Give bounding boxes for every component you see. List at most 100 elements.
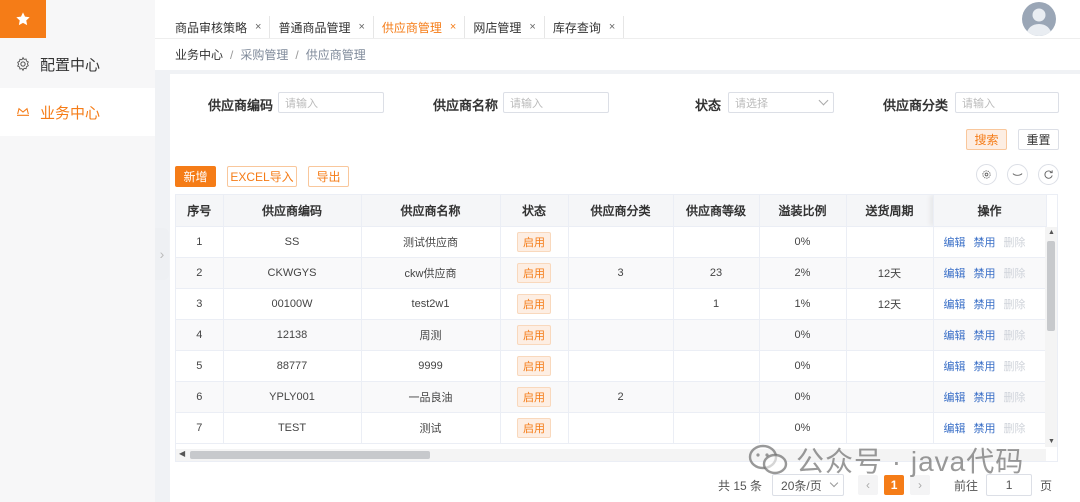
sidebar-item-config-center[interactable]: 配置中心: [0, 40, 155, 88]
cell-code: YPLY001: [223, 381, 362, 413]
chevron-down-icon: [829, 478, 839, 488]
breadcrumb-separator: /: [295, 47, 299, 62]
edit-link[interactable]: 编辑: [944, 237, 966, 249]
column-toggle-button[interactable]: [1007, 164, 1028, 185]
main-panel: 供应商编码 请输入 供应商名称 请输入 状态 请选择 供应商分类 请输入 搜索 …: [170, 74, 1080, 502]
logo[interactable]: [0, 0, 46, 38]
cell-category: [568, 226, 674, 258]
status-badge: 启用: [517, 417, 551, 438]
cell-grade: 1: [673, 288, 760, 320]
table-row[interactable]: 2 CKWGYS ckw供应商 启用 3 23 2% 12天 编辑 禁用 删除: [176, 257, 1047, 289]
table-row[interactable]: 6 YPLY001 一品良油 启用 2 0% 编辑 禁用 删除: [176, 381, 1047, 413]
tab-supplier[interactable]: 供应商管理 ×: [374, 16, 466, 38]
supplier-code-input[interactable]: 请输入: [278, 92, 384, 113]
cell-ratio: 0%: [759, 412, 847, 444]
cell-name: 测试: [361, 412, 501, 444]
column-header: 序号: [176, 195, 224, 227]
edit-link[interactable]: 编辑: [944, 423, 966, 435]
disable-link[interactable]: 禁用: [974, 299, 996, 311]
scroll-left-icon[interactable]: ◀: [179, 449, 185, 458]
supplier-table: 序号 供应商编码 供应商名称 状态 供应商分类 供应商等级 溢装比例 送货周期 …: [175, 194, 1058, 462]
status-badge: 启用: [517, 324, 551, 345]
vertical-scrollbar[interactable]: ▲ ▼: [1045, 227, 1057, 447]
delete-link: 删除: [1003, 267, 1026, 280]
refresh-button[interactable]: [1038, 164, 1059, 185]
close-icon[interactable]: ×: [358, 21, 364, 33]
close-icon[interactable]: ×: [450, 21, 456, 33]
delete-link: 删除: [1003, 360, 1026, 373]
close-icon[interactable]: ×: [255, 21, 261, 33]
scroll-down-icon[interactable]: ▼: [1048, 438, 1055, 445]
cell-code: SS: [223, 226, 362, 258]
edit-link[interactable]: 编辑: [944, 361, 966, 373]
tab-online-store[interactable]: 网店管理 ×: [465, 16, 545, 38]
cell-no: 3: [176, 288, 224, 320]
disable-link[interactable]: 禁用: [974, 237, 996, 249]
tab-normal-product[interactable]: 普通商品管理 ×: [270, 16, 374, 38]
status-badge: 启用: [517, 231, 551, 252]
sidebar-collapse-handle[interactable]: ›: [155, 228, 169, 280]
delete-link: 删除: [1003, 391, 1026, 404]
cell-ratio: 1%: [759, 288, 847, 320]
disable-link[interactable]: 禁用: [974, 361, 996, 373]
chevron-down-icon: [818, 95, 829, 106]
filter-status-label: 状态: [695, 98, 722, 113]
edit-link[interactable]: 编辑: [944, 268, 966, 280]
status-select[interactable]: 请选择: [728, 92, 834, 113]
table-row[interactable]: 4 12138 周测 启用 0% 编辑 禁用 删除: [176, 319, 1047, 351]
close-icon[interactable]: ×: [609, 21, 615, 33]
table-row[interactable]: 5 88777 9999 启用 0% 编辑 禁用 删除: [176, 350, 1047, 382]
status-select-placeholder: 请选择: [735, 97, 768, 110]
tab-inventory[interactable]: 库存查询 ×: [545, 16, 625, 38]
breadcrumb-level2[interactable]: 采购管理: [240, 46, 288, 63]
cell-grade: [673, 319, 760, 351]
star-icon: [16, 12, 30, 26]
supplier-category-input[interactable]: 请输入: [955, 92, 1059, 113]
export-button[interactable]: 导出: [308, 166, 349, 187]
edit-link[interactable]: 编辑: [944, 299, 966, 311]
scrollbar-thumb[interactable]: [190, 451, 430, 459]
cell-code: 00100W: [223, 288, 362, 320]
eye-icon: [1012, 173, 1023, 176]
wechat-icon: [748, 444, 788, 475]
cell-cycle: [846, 381, 934, 413]
table-row[interactable]: 3 00100W test2w1 启用 1 1% 12天 编辑 禁用 删除: [176, 288, 1047, 320]
tab-label: 库存查询: [552, 20, 601, 35]
add-button[interactable]: 新增: [175, 166, 216, 187]
disable-link[interactable]: 禁用: [974, 392, 996, 404]
breadcrumb-separator: /: [230, 47, 234, 62]
search-button[interactable]: 搜索: [966, 129, 1007, 150]
delete-link: 删除: [1003, 236, 1026, 249]
table-row[interactable]: 7 TEST 测试 启用 0% 编辑 禁用 删除: [176, 412, 1047, 444]
cell-actions: 编辑 禁用 删除: [933, 381, 1047, 413]
breadcrumb-root[interactable]: 业务中心: [175, 46, 223, 63]
reset-button[interactable]: 重置: [1018, 129, 1059, 150]
cell-status: 启用: [500, 412, 569, 444]
disable-link[interactable]: 禁用: [974, 268, 996, 280]
sidebar-item-business-center[interactable]: 业务中心: [0, 88, 155, 136]
avatar[interactable]: [1022, 2, 1056, 36]
cell-status: 启用: [500, 288, 569, 320]
scroll-up-icon[interactable]: ▲: [1048, 229, 1055, 236]
cell-grade: [673, 381, 760, 413]
cell-no: 6: [176, 381, 224, 413]
edit-link[interactable]: 编辑: [944, 330, 966, 342]
cell-ratio: 0%: [759, 226, 847, 258]
cell-grade: [673, 350, 760, 382]
disable-link[interactable]: 禁用: [974, 330, 996, 342]
supplier-name-input[interactable]: 请输入: [503, 92, 609, 113]
settings-button[interactable]: [976, 164, 997, 185]
cell-category: [568, 288, 674, 320]
cell-name: test2w1: [361, 288, 501, 320]
table-row[interactable]: 1 SS 测试供应商 启用 0% 编辑 禁用 删除: [176, 226, 1047, 258]
excel-import-button[interactable]: EXCEL导入: [227, 166, 297, 187]
crown-icon: [14, 103, 32, 121]
filter-code-label: 供应商编码: [208, 98, 274, 113]
edit-link[interactable]: 编辑: [944, 392, 966, 404]
cell-code: CKWGYS: [223, 257, 362, 289]
scrollbar-thumb[interactable]: [1047, 241, 1055, 331]
tab-product-review[interactable]: 商品审核策略 ×: [167, 16, 271, 38]
disable-link[interactable]: 禁用: [974, 423, 996, 435]
close-icon[interactable]: ×: [529, 21, 535, 33]
filter-category-label: 供应商分类: [883, 98, 949, 113]
